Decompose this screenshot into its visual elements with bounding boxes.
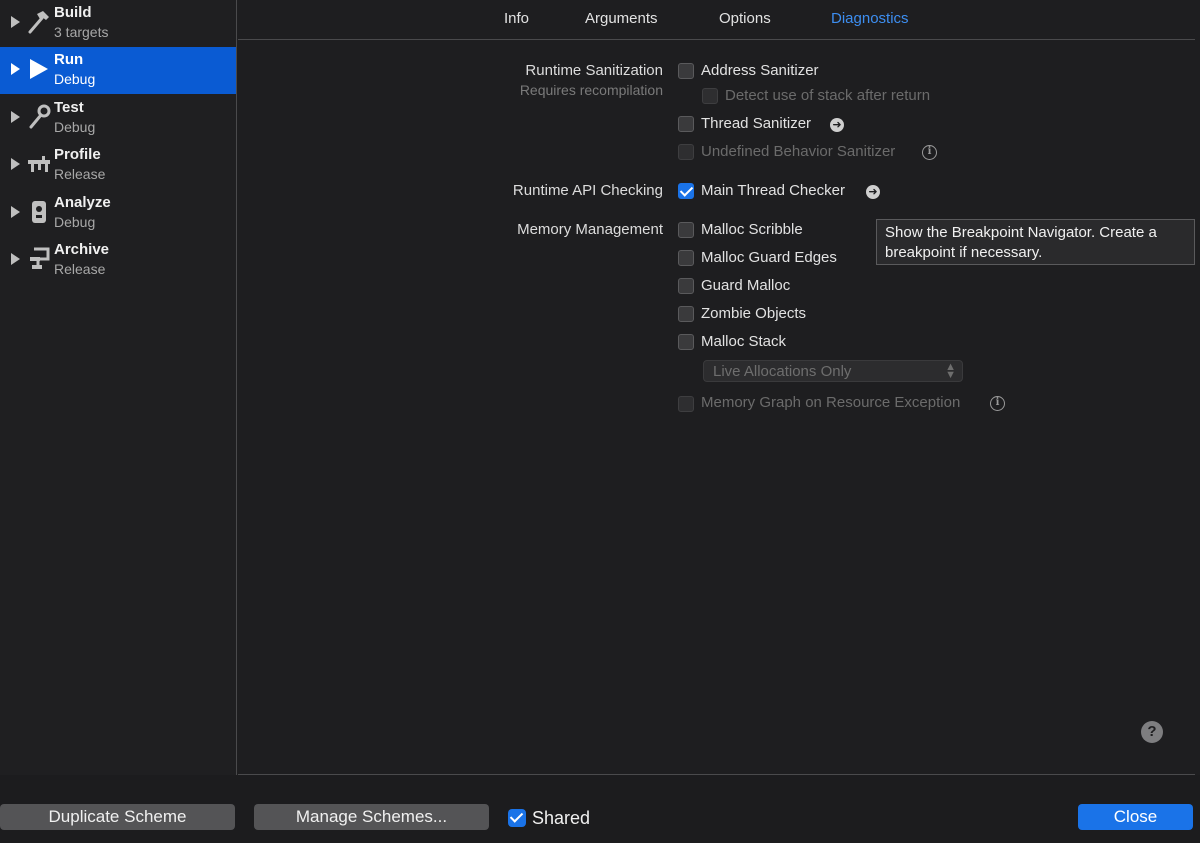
- sidebar-item-subtitle: Release: [54, 261, 106, 277]
- malloc-stack-mode-select: Live Allocations Only ▲ ▼: [703, 360, 963, 382]
- disclosure-arrow-icon[interactable]: [11, 158, 20, 170]
- go-arrow-icon[interactable]: ➜: [866, 185, 880, 199]
- info-icon[interactable]: i: [990, 396, 1005, 411]
- undefined-behavior-label: Undefined Behavior Sanitizer: [701, 143, 896, 160]
- sidebar-item-title: Test: [54, 99, 84, 116]
- thread-sanitizer-checkbox[interactable]: [678, 116, 694, 132]
- disclosure-arrow-icon[interactable]: [11, 63, 20, 75]
- malloc-guard-edges-checkbox[interactable]: [678, 250, 694, 266]
- wrench-icon: [29, 104, 51, 129]
- address-sanitizer-checkbox[interactable]: [678, 63, 694, 79]
- sidebar-item-test[interactable]: Test Debug: [0, 95, 236, 142]
- sidebar-item-subtitle: 3 targets: [54, 24, 109, 40]
- shared-label[interactable]: Shared: [532, 808, 590, 829]
- sidebar-item-build[interactable]: Build 3 targets: [0, 0, 236, 47]
- sidebar-item-subtitle: Debug: [54, 119, 96, 135]
- select-value: Live Allocations Only: [713, 363, 852, 380]
- main-thread-checker-label[interactable]: Main Thread Checker: [701, 182, 845, 199]
- archive-icon: [30, 247, 50, 269]
- sidebar-item-run[interactable]: Run Debug: [0, 47, 236, 94]
- sidebar-item-title: Run: [54, 51, 84, 68]
- sidebar-item-analyze[interactable]: Analyze Debug: [0, 190, 236, 237]
- zombie-objects-label[interactable]: Zombie Objects: [701, 305, 806, 322]
- disclosure-arrow-icon[interactable]: [11, 206, 20, 218]
- manage-schemes-button[interactable]: Manage Schemes...: [254, 804, 489, 830]
- tab-diagnostics[interactable]: Diagnostics: [831, 10, 909, 27]
- undefined-behavior-checkbox: [678, 144, 694, 160]
- sidebar-item-subtitle: Debug: [54, 214, 96, 230]
- main-thread-checker-checkbox[interactable]: [678, 183, 694, 199]
- help-button[interactable]: ?: [1141, 721, 1163, 743]
- duplicate-scheme-button[interactable]: Duplicate Scheme: [0, 804, 235, 830]
- gauge-icon: [28, 156, 50, 172]
- sidebar-item-subtitle: Debug: [54, 71, 96, 87]
- malloc-stack-checkbox[interactable]: [678, 334, 694, 350]
- scheme-detail-pane: Info Arguments Options Diagnostics Runti…: [238, 0, 1195, 775]
- info-icon[interactable]: i: [922, 145, 937, 160]
- sidebar-item-archive[interactable]: Archive Release: [0, 237, 236, 284]
- play-icon: [30, 59, 48, 79]
- scheme-action-sidebar: Build 3 targets Run Debug Test Debug Pro…: [0, 0, 237, 775]
- chevron-updown-icon: ▲ ▼: [945, 361, 956, 381]
- address-sanitizer-label[interactable]: Address Sanitizer: [701, 62, 819, 79]
- sidebar-item-title: Analyze: [54, 194, 111, 211]
- memory-management-label: Memory Management: [517, 221, 663, 238]
- guard-malloc-checkbox[interactable]: [678, 278, 694, 294]
- sidebar-item-title: Archive: [54, 241, 110, 258]
- requires-recompilation-note: Requires recompilation: [519, 82, 663, 98]
- malloc-scribble-checkbox[interactable]: [678, 222, 694, 238]
- runtime-api-checking-label: Runtime API Checking: [512, 182, 663, 199]
- tooltip: Show the Breakpoint Navigator. Create a …: [876, 219, 1195, 265]
- malloc-scribble-label[interactable]: Malloc Scribble: [701, 221, 803, 238]
- detect-stack-label: Detect use of stack after return: [725, 87, 931, 104]
- sidebar-item-title: Build: [54, 4, 92, 21]
- sidebar-item-title: Profile: [54, 146, 101, 163]
- analyze-icon: [32, 201, 46, 223]
- detect-stack-checkbox: [702, 88, 718, 104]
- sidebar-item-profile[interactable]: Profile Release: [0, 142, 236, 189]
- guard-malloc-label[interactable]: Guard Malloc: [701, 277, 790, 294]
- malloc-stack-label[interactable]: Malloc Stack: [701, 333, 786, 350]
- disclosure-arrow-icon[interactable]: [11, 16, 20, 28]
- shared-checkbox[interactable]: [508, 809, 526, 827]
- footer-bar: Duplicate Scheme Manage Schemes... Share…: [0, 775, 1200, 843]
- malloc-guard-edges-label[interactable]: Malloc Guard Edges: [701, 249, 837, 266]
- memory-graph-label: Memory Graph on Resource Exception: [701, 394, 961, 411]
- tab-bar: Info Arguments Options Diagnostics: [238, 0, 1195, 40]
- zombie-objects-checkbox[interactable]: [678, 306, 694, 322]
- runtime-sanitization-label: Runtime Sanitization: [525, 62, 663, 79]
- tab-info[interactable]: Info: [504, 10, 529, 27]
- close-button[interactable]: Close: [1078, 804, 1193, 830]
- tab-options[interactable]: Options: [719, 10, 771, 27]
- disclosure-arrow-icon[interactable]: [11, 111, 20, 123]
- thread-sanitizer-label[interactable]: Thread Sanitizer: [701, 115, 811, 132]
- sidebar-item-subtitle: Release: [54, 166, 106, 182]
- scheme-editor-window: Build 3 targets Run Debug Test Debug Pro…: [0, 0, 1195, 775]
- disclosure-arrow-icon[interactable]: [11, 253, 20, 265]
- hammer-icon: [28, 11, 49, 34]
- memory-graph-checkbox: [678, 396, 694, 412]
- tab-arguments[interactable]: Arguments: [585, 10, 658, 27]
- go-arrow-icon[interactable]: ➜: [830, 118, 844, 132]
